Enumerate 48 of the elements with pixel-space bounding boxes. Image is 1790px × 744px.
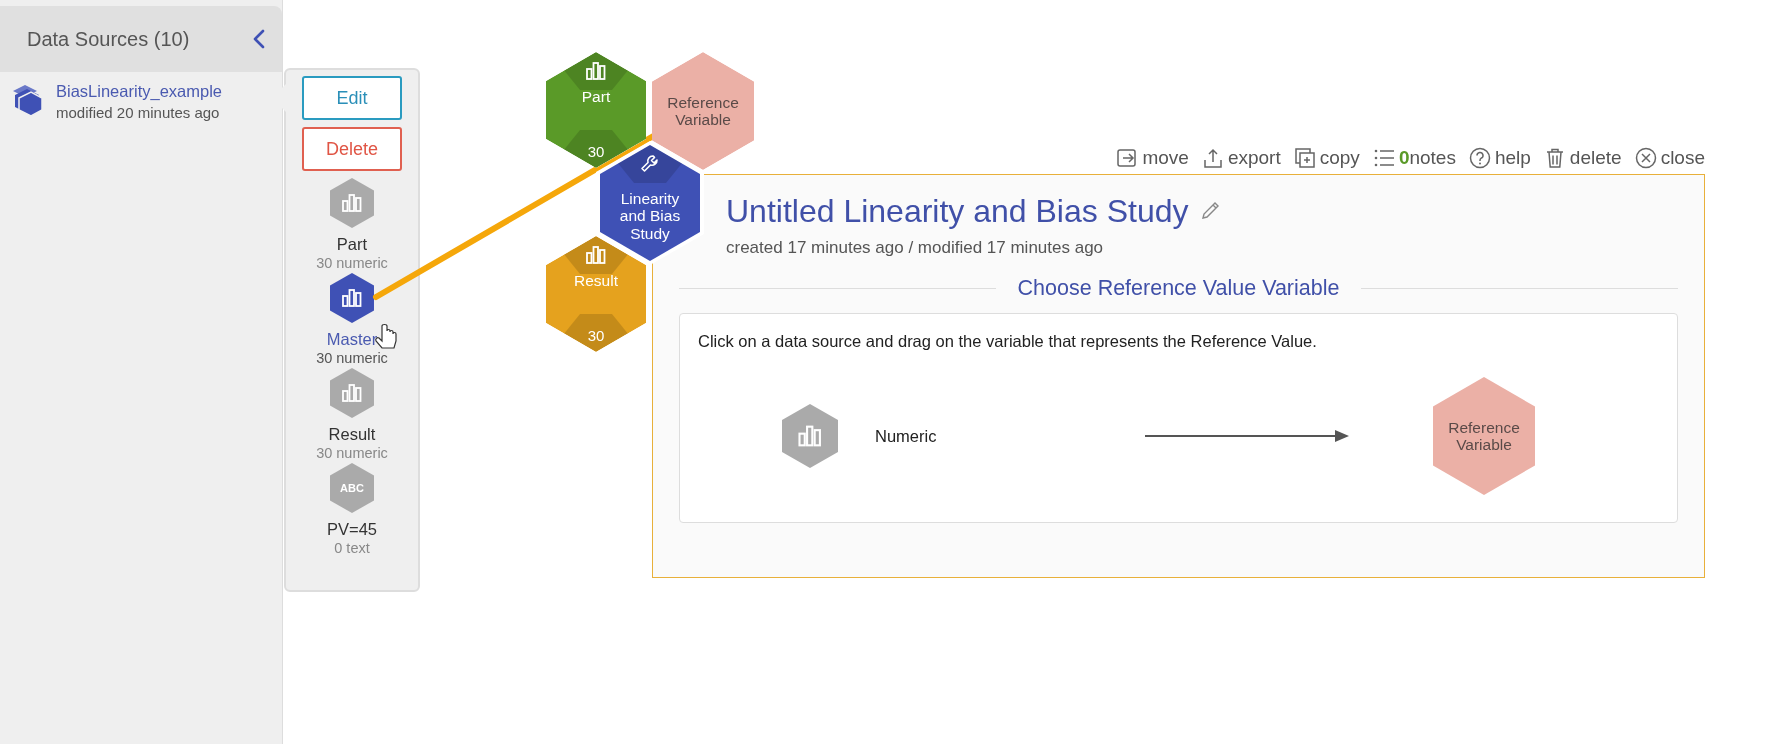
move-action[interactable]: move [1116,147,1189,169]
node-count: 30 [586,327,606,344]
copy-icon [1293,147,1316,169]
variable-info: 0 text [334,540,370,556]
reference-variable-target: Reference Variable [1433,377,1535,495]
variable-info: 30 numeric [316,350,388,366]
bar-chart-icon [584,60,608,82]
upload-icon [1201,147,1224,169]
instruction-text: Click on a data source and drag on the variable that represents the Reference Value. [698,332,1317,350]
edit-button[interactable]: Edit [302,76,402,120]
bar-chart-icon [796,423,824,449]
move-icon [1116,147,1139,169]
text-type-label: ABC [340,482,364,494]
collapse-icon[interactable] [252,29,266,49]
bar-chart-icon [340,192,364,214]
close-action[interactable]: close [1634,147,1705,169]
dataset-modified: modified 20 minutes ago [56,104,221,121]
source-type-label: Numeric [875,426,938,446]
study-timestamps: created 17 minutes ago / modified 17 minutes ago [725,238,1105,258]
node-label: Part [580,88,612,106]
dataset-name[interactable]: BiasLinearity_example [56,82,222,101]
variable-name: Part [336,235,368,254]
help-action[interactable]: help [1468,147,1531,169]
close-icon [1634,147,1657,169]
variable-name: PV=45 [327,520,377,539]
sidebar-title: Data Sources (10) [27,27,190,51]
export-action[interactable]: export [1201,147,1281,169]
help-icon [1468,147,1491,169]
variable-name: Result [328,425,376,444]
study-title: Untitled Linearity and Bias Study [726,193,1189,230]
bar-chart-icon [340,287,364,309]
node-label: Result [573,272,619,290]
node-label: Reference Variable [666,93,740,129]
list-icon [1372,147,1395,169]
variable-info: 30 numeric [316,255,388,271]
delete-action[interactable]: delete [1543,147,1622,169]
bar-chart-icon [340,382,364,404]
wrench-icon [639,153,661,175]
delete-button[interactable]: Delete [302,127,402,171]
notes-action[interactable]: 0notes [1372,147,1456,169]
variable-name: Master [326,330,378,349]
reference-variable-slot[interactable]: Reference Variable [652,52,754,170]
copy-action[interactable]: copy [1293,147,1360,169]
bar-chart-icon [584,244,608,266]
hand-cursor-icon [375,323,397,349]
variable-info: 30 numeric [316,445,388,461]
section-heading: Choose Reference Value Variable [1017,276,1340,301]
variable-node[interactable]: Part 30 [546,52,646,168]
